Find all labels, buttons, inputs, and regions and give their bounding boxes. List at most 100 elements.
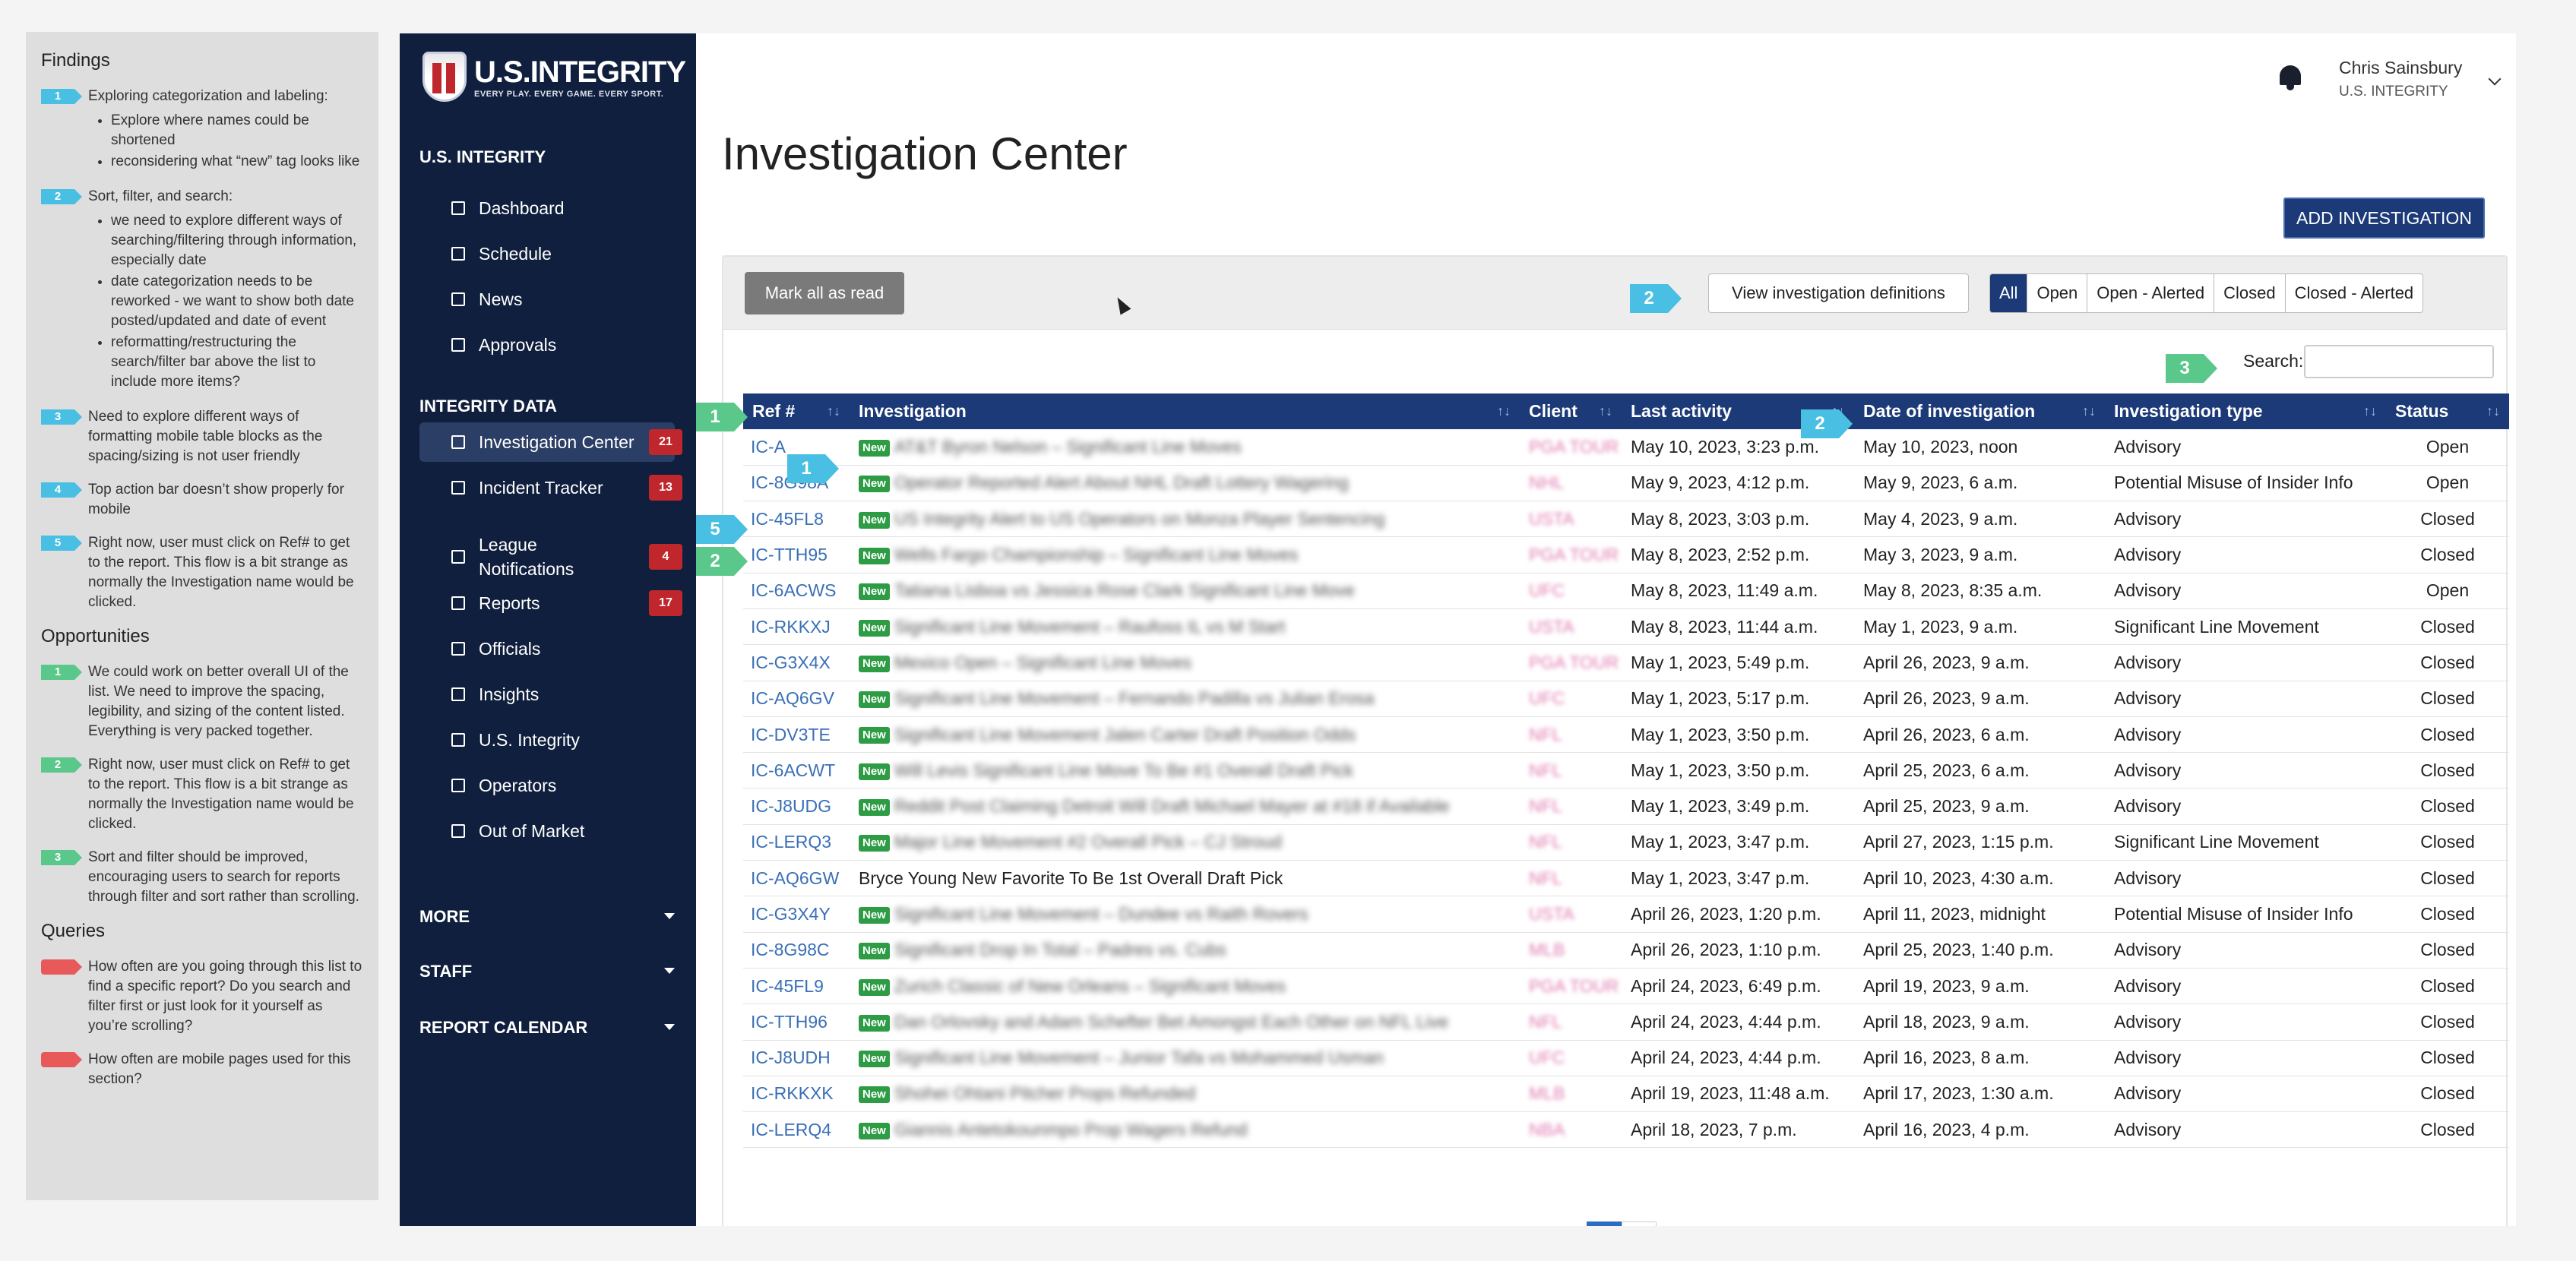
- ref-link[interactable]: IC-TTH95: [743, 537, 850, 573]
- ref-link[interactable]: IC-AQ6GW: [743, 861, 850, 896]
- search-label: Search:: [2243, 351, 2304, 371]
- investigation-cell: New Significant Line Movement Jalen Carte…: [850, 716, 1520, 752]
- sort-arrows-icon[interactable]: ↑↓: [1599, 403, 1612, 419]
- collapsible-report-calendar[interactable]: REPORT CALENDAR: [419, 1018, 675, 1038]
- ref-link[interactable]: IC-RKKXJ: [743, 608, 850, 644]
- investigation-name: Significant Line Movement – Junior Tafa …: [894, 1048, 1384, 1068]
- finding-body: Exploring categorization and labeling: Ex…: [88, 87, 363, 173]
- ref-link[interactable]: IC-TTH96: [743, 1004, 850, 1040]
- ref-link[interactable]: IC-AQ6GV: [743, 681, 850, 716]
- sort-arrows-icon[interactable]: ↑↓: [2082, 403, 2096, 419]
- table-row: IC-J8UDG New Reddit Post Claiming Detroit …: [743, 789, 2509, 825]
- client-name: USTA: [1529, 508, 1574, 529]
- page-1-button[interactable]: 1: [1587, 1221, 1622, 1226]
- nav-icon: [451, 824, 465, 838]
- filter-closed[interactable]: Closed: [2214, 274, 2284, 312]
- column-header-label: Investigation type: [2114, 401, 2263, 421]
- column-header-ref[interactable]: Ref # ↑↓: [743, 393, 850, 429]
- ref-link[interactable]: IC-LERQ4: [743, 1112, 850, 1148]
- sort-arrows-icon[interactable]: ↑↓: [827, 403, 840, 419]
- search-input[interactable]: [2304, 345, 2494, 378]
- app-window: U.S.INTEGRITY EVERY PLAY. EVERY GAME. EV…: [400, 33, 2516, 1226]
- sidebar-item-u-s-integrity[interactable]: U.S. Integrity: [419, 720, 675, 760]
- sidebar-item-operators[interactable]: Operators: [419, 766, 675, 805]
- filter-open-alerted[interactable]: Open - Alerted: [2087, 274, 2214, 312]
- annotation-callout: 1: [787, 454, 839, 483]
- sidebar-item-approvals[interactable]: Approvals: [419, 325, 675, 365]
- sort-arrows-icon[interactable]: ↑↓: [1497, 403, 1511, 419]
- ref-link[interactable]: IC-G3X4X: [743, 645, 850, 681]
- table-row: IC-TTH96 New Dan Orlovsky and Adam Schefte…: [743, 1004, 2509, 1041]
- sidebar-item-schedule[interactable]: Schedule: [419, 234, 675, 273]
- column-header-date-of-investigation[interactable]: Date of investigation ↑↓: [1854, 393, 2105, 429]
- client-cell: NFL: [1520, 1004, 1622, 1040]
- page-2-button[interactable]: 2: [1622, 1221, 1657, 1226]
- view-definitions-button[interactable]: View investigation definitions: [1708, 273, 1969, 313]
- column-header-client[interactable]: Client ↑↓: [1520, 393, 1622, 429]
- sidebar-item-label: Officials: [479, 639, 541, 659]
- column-header-label: Date of investigation: [1863, 401, 2036, 421]
- column-header-investigation[interactable]: Investigation ↑↓: [850, 393, 1520, 429]
- chevron-down-icon[interactable]: [2488, 72, 2502, 86]
- status-cell: Closed: [2420, 760, 2475, 780]
- sidebar-item-dashboard[interactable]: Dashboard: [419, 188, 675, 228]
- sidebar-item-officials[interactable]: Officials: [419, 629, 675, 668]
- new-badge: New: [859, 547, 890, 564]
- finding-text: Right now, user must click on Ref# to ge…: [88, 535, 354, 610]
- sidebar-item-insights[interactable]: Insights: [419, 675, 675, 714]
- logo[interactable]: U.S.INTEGRITY EVERY PLAY. EVERY GAME. EV…: [422, 52, 686, 102]
- findings-title: Findings: [41, 50, 110, 71]
- user-name[interactable]: Chris Sainsbury: [2339, 58, 2462, 78]
- investigation-date: May 1, 2023, 9 a.m.: [1863, 616, 2018, 637]
- ref-link[interactable]: IC-45FL8: [743, 501, 850, 537]
- sidebar-item-investigation-center[interactable]: Investigation Center 21: [419, 422, 682, 462]
- sidebar-item-league-notifications[interactable]: League Notifications 4: [419, 524, 682, 589]
- finding-number-tag: 2: [41, 189, 82, 204]
- client-cell: USTA: [1520, 896, 1622, 932]
- investigation-type: Potential Misuse of Insider Info: [2114, 472, 2353, 493]
- filter-closed-alerted[interactable]: Closed - Alerted: [2284, 274, 2423, 312]
- ref-link[interactable]: IC-G3X4Y: [743, 896, 850, 932]
- sidebar-item-reports[interactable]: Reports 17: [419, 583, 682, 623]
- ref-link[interactable]: IC-RKKXK: [743, 1076, 850, 1111]
- table-row: IC-8G98C New Significant Drop In Total – P…: [743, 932, 2509, 969]
- investigation-type: Significant Line Movement: [2114, 616, 2319, 637]
- ref-link[interactable]: IC-LERQ3: [743, 824, 850, 860]
- column-header-status[interactable]: Status ↑↓: [2386, 393, 2509, 429]
- pagination: 12: [1587, 1221, 1657, 1226]
- ref-link[interactable]: IC-45FL9: [743, 968, 850, 1003]
- column-header-investigation-type[interactable]: Investigation type ↑↓: [2105, 393, 2386, 429]
- new-badge: New: [859, 978, 890, 996]
- sidebar-item-news[interactable]: News: [419, 280, 675, 319]
- investigation-type: Advisory: [2114, 1119, 2182, 1139]
- filter-open[interactable]: Open: [2027, 274, 2087, 312]
- nav-icon: [451, 733, 465, 747]
- sort-arrows-icon[interactable]: ↑↓: [2363, 403, 2377, 419]
- sort-arrows-icon[interactable]: ↑↓: [2486, 403, 2500, 419]
- mark-all-read-button[interactable]: Mark all as read: [745, 272, 904, 314]
- nav-icon: [451, 338, 465, 352]
- new-badge: New: [859, 835, 890, 852]
- add-investigation-button[interactable]: ADD INVESTIGATION: [2283, 198, 2485, 239]
- ref-link[interactable]: IC-DV3TE: [743, 716, 850, 752]
- status-cell: Closed: [2420, 1083, 2475, 1104]
- ref-link[interactable]: IC-6ACWT: [743, 753, 850, 789]
- collapsible-more[interactable]: MORE: [419, 907, 675, 927]
- last-activity: May 1, 2023, 3:50 p.m.: [1631, 760, 1810, 780]
- sidebar-item-incident-tracker[interactable]: Incident Tracker 13: [419, 468, 682, 507]
- ref-link[interactable]: IC-6ACWS: [743, 573, 850, 608]
- notification-badge: 17: [649, 590, 682, 616]
- opportunity-item: 1 We could work on better overall UI of t…: [41, 662, 363, 741]
- table-row: IC-LERQ3 New Major Line Movement #2 Overal…: [743, 824, 2509, 861]
- filter-all[interactable]: All: [1990, 274, 2027, 312]
- ref-link[interactable]: IC-J8UDG: [743, 789, 850, 824]
- ref-link[interactable]: IC-J8UDH: [743, 1040, 850, 1076]
- collapsible-staff[interactable]: STAFF: [419, 962, 675, 981]
- bell-icon[interactable]: [2277, 62, 2304, 93]
- investigation-date: April 26, 2023, 6 a.m.: [1863, 724, 2030, 744]
- last-activity: April 26, 2023, 1:10 p.m.: [1631, 940, 1821, 960]
- status-filter-group: All Open Open - Alerted Closed Closed - Aler…: [1989, 273, 2424, 313]
- ref-link[interactable]: IC-8G98C: [743, 932, 850, 968]
- client-cell: UFC: [1520, 1040, 1622, 1076]
- sidebar-item-out-of-market[interactable]: Out of Market: [419, 811, 675, 851]
